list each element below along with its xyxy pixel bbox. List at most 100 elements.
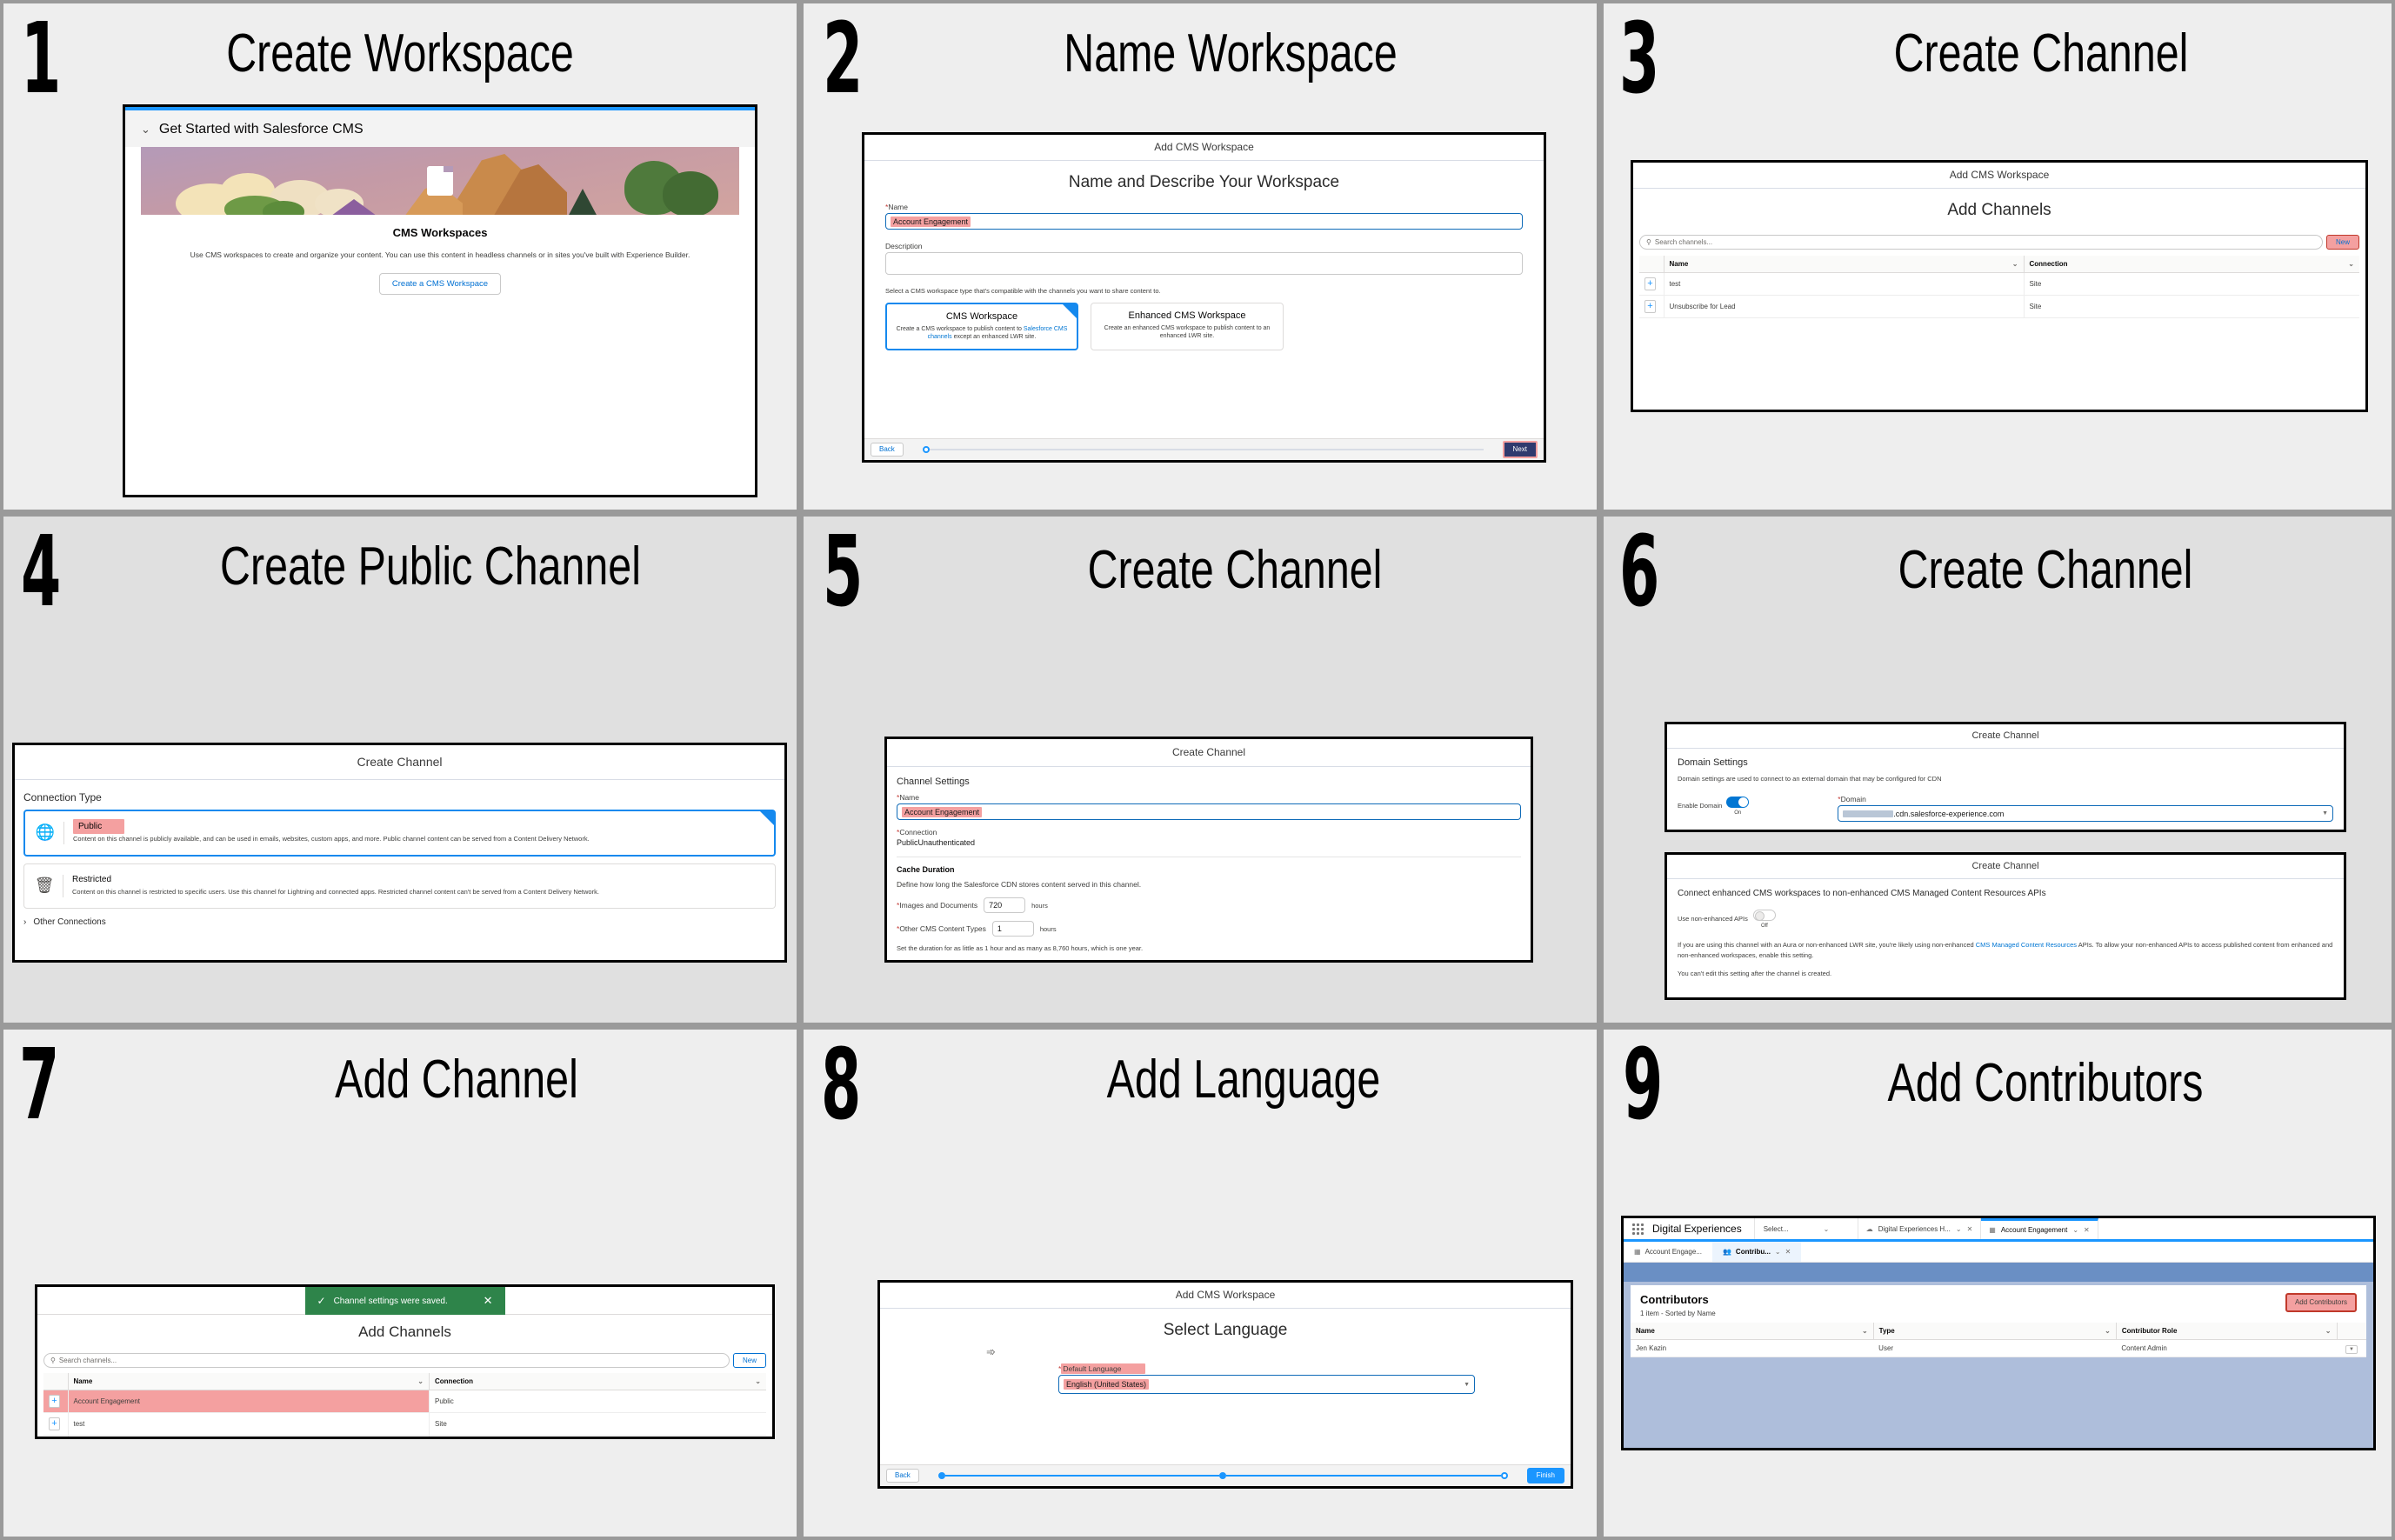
chevron-down-icon: ⌄: [2325, 1327, 2332, 1335]
close-icon[interactable]: ✕: [1967, 1225, 1973, 1233]
accordion-label: Get Started with Salesforce CMS: [158, 122, 364, 137]
search-icon: ⚲: [1646, 238, 1651, 246]
step-number: 2: [823, 3, 863, 116]
finish-button[interactable]: Finish: [1526, 1468, 1564, 1483]
other-cache-input[interactable]: 1: [991, 921, 1034, 937]
connection-option-public[interactable]: 🌐 Public Content on this channel is publ…: [23, 810, 776, 857]
step-title: Create Channel: [1087, 540, 1383, 600]
domain-label: Domain: [1840, 795, 1866, 803]
nav-tab-label: Digital Experiences H...: [1878, 1224, 1951, 1233]
cell-name: test: [68, 1412, 430, 1436]
table-row[interactable]: + Unsubscribe for Lead Site: [1639, 295, 2359, 318]
next-button[interactable]: Next: [1502, 441, 1538, 458]
add-contributors-button[interactable]: Add Contributors: [2285, 1293, 2357, 1312]
add-row-icon[interactable]: +: [49, 1417, 60, 1430]
app-launcher-icon[interactable]: [1632, 1223, 1644, 1235]
sub-tab-contributors[interactable]: 👥 Contribu... ⌄ ✕: [1711, 1242, 1802, 1262]
cell-role: Content Admin: [2116, 1339, 2337, 1357]
workspace-name-input[interactable]: Account Engagement: [885, 213, 1523, 230]
th-contributor-role[interactable]: Contributor Role ⌄: [2116, 1323, 2338, 1340]
modal-header: Create Channel: [15, 745, 784, 780]
use-non-enhanced-apis-toggle[interactable]: [1752, 910, 1776, 922]
cell-name[interactable]: Jen Kazin: [1631, 1339, 1874, 1357]
option-desc: Create a CMS workspace to publish conten…: [896, 326, 1068, 341]
chevron-down-icon: ⌄: [755, 1377, 761, 1385]
add-row-icon[interactable]: +: [49, 1395, 60, 1408]
option-enhanced-cms-workspace[interactable]: Enhanced CMS Workspace Create an enhance…: [1091, 303, 1284, 350]
default-language-select[interactable]: English (United States) ▼: [1058, 1375, 1475, 1394]
step-title: Add Contributors: [1887, 1053, 2204, 1113]
progress-dot-1: [937, 1472, 945, 1479]
nav-tab-digital-experiences-home[interactable]: ☁ Digital Experiences H... ⌄ ✕: [1858, 1218, 1982, 1239]
cache-duration-title: Cache Duration: [897, 865, 955, 874]
add-workspace-modal: Add CMS Workspace Name and Describe Your…: [862, 132, 1546, 463]
table-row[interactable]: + test Site: [1639, 272, 2359, 296]
chevron-down-icon: ▼: [1464, 1381, 1470, 1388]
create-cms-workspace-button[interactable]: Create a CMS Workspace: [378, 273, 502, 296]
card-heading: CMS Workspaces: [392, 226, 488, 239]
add-channels-modal: Add CMS Workspace Add Channels ⚲ Search …: [1631, 160, 2368, 412]
success-toast: ✓ Channel settings were saved. ✕: [304, 1287, 505, 1315]
page-banner: [1624, 1263, 2373, 1282]
modal-footer: Back Finish: [880, 1464, 1571, 1486]
add-row-icon[interactable]: +: [1644, 300, 1656, 313]
progress-seg-2: [1226, 1475, 1501, 1477]
add-row-icon[interactable]: +: [1644, 277, 1656, 290]
cell-name: test: [1664, 272, 2025, 296]
option-cms-workspace[interactable]: CMS Workspace Create a CMS workspace to …: [885, 303, 1078, 350]
chevron-down-icon: ⌄: [1955, 1224, 1962, 1233]
accordion-header[interactable]: ⌄ Get Started with Salesforce CMS: [125, 110, 755, 147]
digital-experiences-app: Digital Experiences Select... ⌄ ☁ Digita…: [1621, 1216, 2376, 1450]
other-connections-accordion[interactable]: › Other Connections: [23, 917, 776, 927]
modal-footer: Back Next: [864, 438, 1544, 460]
table-row[interactable]: + Unsubscribe for Lead Site: [43, 1435, 766, 1437]
contributors-table: Name ⌄ Type ⌄ Contributor Role ⌄ Jen Kazin …: [1631, 1323, 2366, 1357]
non-enhanced-apis-note: If you are using this channel with an Au…: [1678, 941, 2333, 959]
modal-heading: Add Channels: [358, 1323, 451, 1340]
channel-name-value: Account Engagement: [902, 806, 983, 817]
search-channels-input[interactable]: ⚲ Search channels...: [1639, 235, 2323, 250]
th-name[interactable]: Name ⌄: [68, 1373, 430, 1390]
panel-3: 3 Create Channel Add CMS Workspace Add C…: [1600, 0, 2395, 513]
th-name[interactable]: Name ⌄: [1631, 1323, 1874, 1340]
close-icon[interactable]: ✕: [484, 1294, 493, 1308]
th-name[interactable]: Name ⌄: [1664, 256, 2025, 273]
workspace-description-input[interactable]: [885, 252, 1523, 275]
panel-9: 9 Add Contributors Digital Experiences S…: [1600, 1026, 2395, 1540]
toggle-state: On: [1734, 810, 1742, 816]
domain-select[interactable]: .cdn.salesforce-experience.com ▼: [1838, 805, 2333, 822]
progress-indicator: [919, 1472, 1527, 1479]
step-title: Name Workspace: [1064, 23, 1398, 83]
cell-connection: Site: [429, 1412, 766, 1436]
close-icon[interactable]: ✕: [2084, 1226, 2090, 1234]
th-connection[interactable]: Connection ⌄: [429, 1373, 766, 1390]
domain-settings-modal: Create Channel Domain Settings Domain se…: [1664, 722, 2346, 832]
new-channel-button[interactable]: New: [2325, 235, 2359, 250]
table-row[interactable]: + test Site: [43, 1412, 766, 1436]
channel-name-input[interactable]: Account Engagement: [897, 803, 1521, 820]
search-channels-input[interactable]: ⚲ Search channels...: [43, 1353, 730, 1368]
modal-header: Create Channel: [887, 739, 1531, 767]
table-header-row: Name ⌄ Type ⌄ Contributor Role ⌄: [1631, 1323, 2366, 1340]
new-channel-button[interactable]: New: [732, 1353, 766, 1368]
th-connection[interactable]: Connection ⌄: [2024, 256, 2359, 273]
cache-warning-box: ⚠ Use a long cache duration for stable i…: [897, 960, 1521, 963]
table-row[interactable]: Jen Kazin User Content Admin ▼: [1631, 1339, 2366, 1357]
images-cache-input[interactable]: 720: [984, 897, 1026, 913]
enable-domain-label: Enable Domain: [1678, 801, 1723, 810]
th-type[interactable]: Type ⌄: [1873, 1323, 2117, 1340]
connection-option-restricted[interactable]: 🗑 Restricted Content on this channel is …: [23, 863, 776, 909]
back-button[interactable]: Back: [886, 1469, 919, 1483]
selected-corner-icon: [760, 811, 774, 825]
close-icon[interactable]: ✕: [1785, 1248, 1791, 1256]
step-title: Create Workspace: [226, 23, 574, 83]
option-desc: Content on this channel is restricted to…: [72, 887, 599, 896]
row-actions-icon[interactable]: ▼: [2345, 1345, 2358, 1354]
sub-tab-account-engagement[interactable]: ▦ Account Engage...: [1624, 1242, 1712, 1262]
workspace-name-value: Account Engagement: [891, 216, 971, 227]
nav-select[interactable]: Select... ⌄: [1753, 1218, 1858, 1239]
enable-domain-toggle[interactable]: [1726, 797, 1750, 809]
back-button[interactable]: Back: [871, 443, 904, 457]
table-row[interactable]: + Account Engagement Public: [43, 1390, 766, 1413]
nav-tab-account-engagement[interactable]: ▦ Account Engagement ⌄ ✕: [1981, 1218, 2098, 1239]
